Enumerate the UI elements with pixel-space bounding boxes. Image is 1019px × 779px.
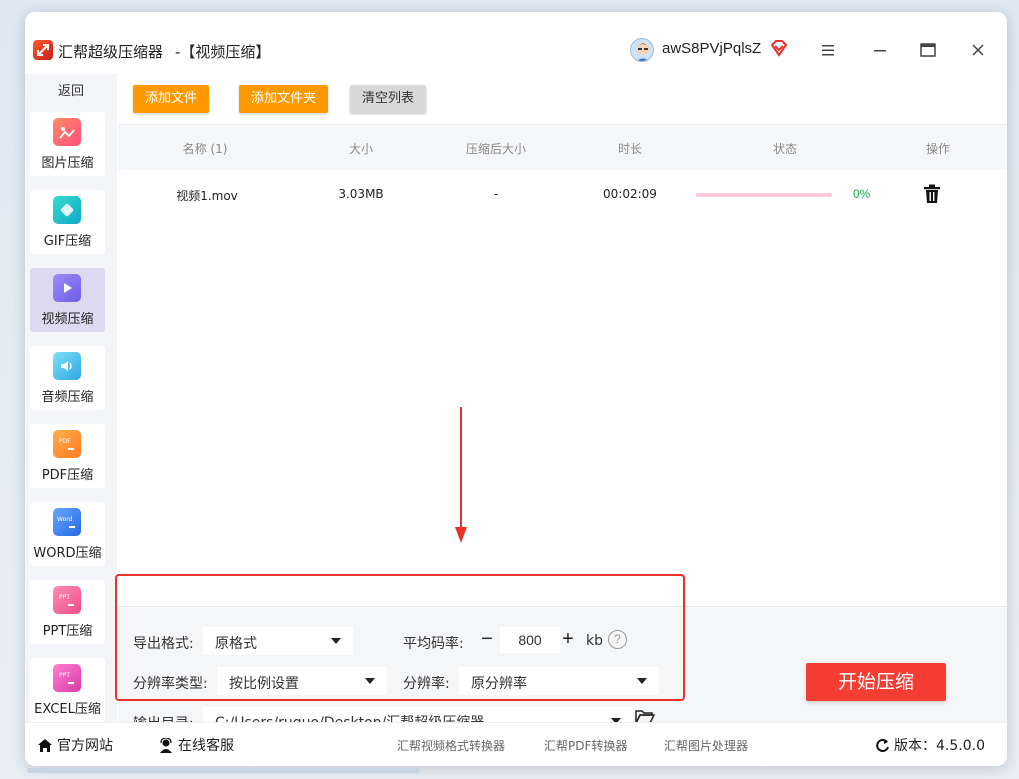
home-icon	[38, 739, 52, 752]
annotation-arrow-icon	[455, 407, 467, 543]
sidebar-item-label: GIF压缩	[43, 234, 92, 249]
minimize-icon[interactable]	[870, 40, 890, 60]
support-agent-icon	[160, 738, 172, 753]
official-website-link[interactable]: 官方网站	[37, 735, 113, 755]
progress-percent: 0%	[853, 187, 871, 201]
word-compress-icon: Word	[53, 508, 81, 536]
audio-compress-icon	[53, 352, 81, 380]
sidebar-item-label: PPT压缩	[42, 624, 93, 639]
column-header-action: 操作	[925, 142, 951, 156]
sidebar-item-gif[interactable]: GIF压缩	[30, 190, 105, 254]
version-info: 版本：4.5.0.0	[875, 735, 985, 755]
sidebar-item-label: PDF压缩	[41, 468, 94, 483]
sidebar-item-label: EXCEL压缩	[34, 702, 101, 717]
svg-text:PPT: PPT	[59, 594, 70, 601]
username[interactable]: awS8PVjPqlsZ	[662, 40, 761, 57]
toolbar: 添加文件 添加文件夹 清空列表	[118, 74, 1007, 124]
start-compress-button[interactable]: 开始压缩	[806, 663, 946, 701]
file-size: 3.03MB	[338, 187, 384, 201]
excel-compress-icon: PPT	[53, 664, 81, 692]
add-folder-button[interactable]: 添加文件夹	[239, 85, 329, 113]
add-file-button[interactable]: 添加文件	[133, 85, 210, 113]
sidebar-item-word[interactable]: Word WORD压缩	[30, 502, 105, 566]
version-label: 版本：	[894, 738, 936, 754]
column-header-size: 大小	[348, 142, 374, 156]
sidebar-item-excel[interactable]: PPT EXCEL压缩	[30, 658, 105, 722]
vip-diamond-icon[interactable]	[770, 39, 788, 57]
file-name: 视频1.mov	[176, 189, 238, 203]
file-duration: 00:02:09	[603, 187, 657, 201]
back-link[interactable]: 返回	[25, 80, 117, 99]
progress-bar	[696, 193, 832, 197]
version-number: 4.5.0.0	[936, 738, 985, 754]
app-logo-icon	[33, 40, 53, 60]
clear-list-button[interactable]: 清空列表	[350, 85, 427, 113]
window-scroll-indicator	[27, 768, 420, 773]
column-header-compressed-size: 压缩后大小	[465, 142, 527, 156]
sidebar-item-label: 音频压缩	[41, 390, 94, 405]
file-table-header: 名称 (1) 大小 压缩后大小 时长 状态 操作	[118, 124, 1007, 170]
sidebar-item-image[interactable]: 图片压缩	[30, 112, 105, 176]
official-website-label: 官方网站	[57, 738, 113, 754]
image-compress-icon	[53, 118, 81, 146]
svg-text:Word: Word	[57, 516, 73, 523]
svg-text:PDF: PDF	[59, 438, 71, 445]
sidebar-item-audio[interactable]: 音频压缩	[30, 346, 105, 410]
ppt-compress-icon: PPT	[53, 586, 81, 614]
trash-icon[interactable]	[923, 184, 941, 204]
column-header-status: 状态	[772, 142, 798, 156]
compressed-size: -	[493, 187, 499, 201]
app-window: 汇帮超级压缩器 -【视频压缩】 awS8PVjPqlsZ 返回 图片压缩 GIF…	[25, 12, 1007, 766]
column-header-duration: 时长	[617, 142, 643, 156]
gif-compress-icon	[53, 196, 81, 224]
menu-icon[interactable]	[818, 40, 838, 60]
sidebar-item-label: WORD压缩	[33, 546, 102, 561]
image-processor-link[interactable]: 汇帮图片处理器	[664, 737, 748, 754]
pdf-converter-link[interactable]: 汇帮PDF转换器	[544, 737, 627, 754]
sidebar-item-pdf[interactable]: PDF PDF压缩	[30, 424, 105, 488]
annotation-highlight-box	[115, 574, 685, 701]
avatar[interactable]	[630, 38, 654, 62]
title-bar: 汇帮超级压缩器 -【视频压缩】 awS8PVjPqlsZ	[25, 12, 1007, 74]
sidebar-item-label: 视频压缩	[41, 312, 94, 327]
maximize-icon[interactable]	[918, 40, 938, 60]
close-icon[interactable]	[968, 40, 988, 60]
refresh-icon[interactable]	[875, 738, 890, 753]
online-support-link[interactable]: 在线客服	[158, 735, 234, 755]
video-converter-link[interactable]: 汇帮视频格式转换器	[397, 737, 505, 754]
pdf-compress-icon: PDF	[53, 430, 81, 458]
status-bar: 官方网站 在线客服 汇帮视频格式转换器 汇帮PDF转换器 汇帮图片处理器 版本：…	[25, 722, 1007, 766]
video-compress-icon	[53, 274, 81, 302]
app-title: 汇帮超级压缩器	[58, 43, 164, 61]
sidebar-item-video[interactable]: 视频压缩	[30, 268, 105, 332]
page-title: -【视频压缩】	[175, 43, 271, 61]
online-support-label: 在线客服	[178, 738, 234, 754]
sidebar-item-label: 图片压缩	[41, 156, 94, 171]
svg-text:PPT: PPT	[59, 672, 70, 679]
sidebar: 返回 图片压缩 GIF压缩 视频压缩 音频压缩 PDF PDF压缩 Word W…	[25, 74, 117, 724]
column-header-name: 名称 (1)	[182, 142, 228, 156]
table-row[interactable]: 视频1.mov 3.03MB - 00:02:09 0%	[118, 170, 1007, 220]
sidebar-item-ppt[interactable]: PPT PPT压缩	[30, 580, 105, 644]
